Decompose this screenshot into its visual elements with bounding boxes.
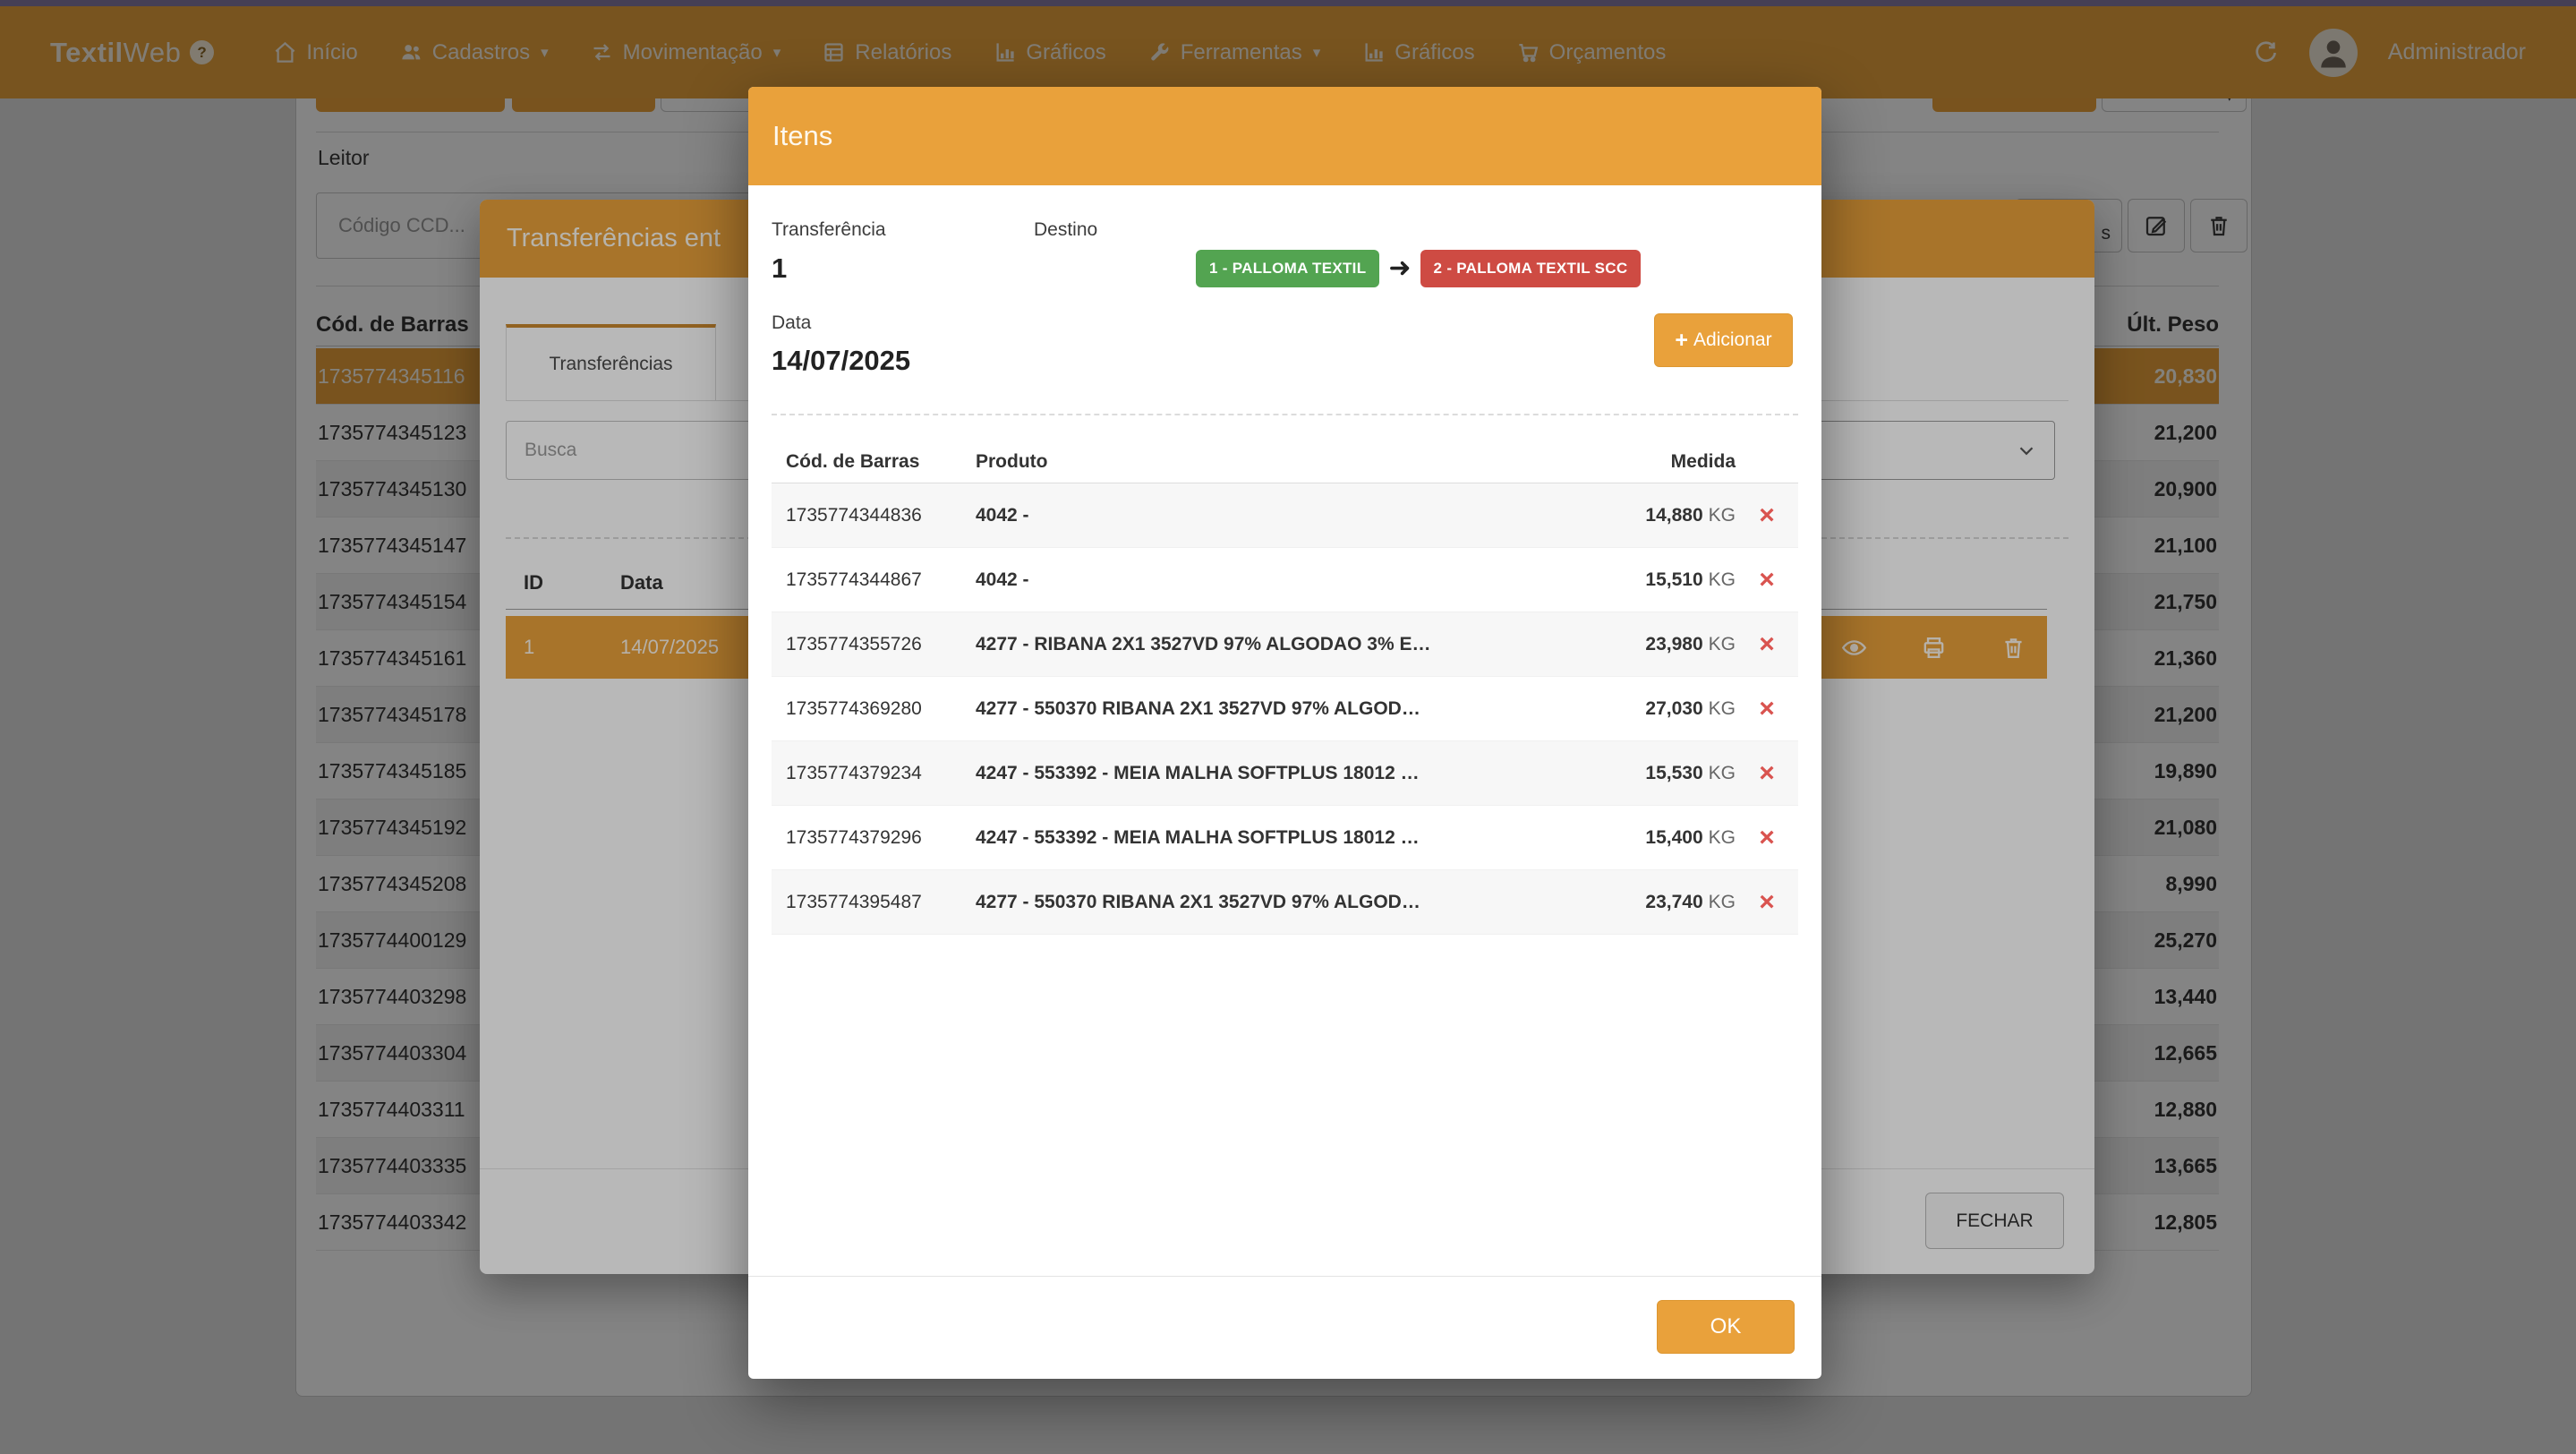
item-product-cell: 4042 - (976, 569, 1565, 591)
transfer-value: 1 (772, 252, 787, 285)
item-product-cell: 4277 - 550370 RIBANA 2X1 3527VD 97% ALGO… (976, 698, 1565, 720)
item-unit: KG (1709, 634, 1736, 654)
items-table: 17357743448364042 -14,880KG×173577434486… (772, 483, 1798, 935)
dashed-divider (772, 414, 1798, 415)
item-measure-cell: 27,030 KG (1565, 698, 1736, 720)
items-table-row: 17357743954874277 - 550370 RIBANA 2X1 35… (772, 870, 1798, 935)
item-barcode-cell: 1735774355726 (786, 634, 976, 655)
item-unit: KG (1709, 698, 1736, 719)
plus-icon: + (1675, 328, 1688, 354)
items-table-row: 17357743448364042 - 14,880 KG × (772, 483, 1798, 548)
date-value: 14/07/2025 (772, 345, 910, 377)
items-modal-header: Itens (748, 87, 1821, 185)
item-qty: 15,510 (1645, 569, 1702, 590)
screen: TextilWeb ? Início Cadastros ▾ Movimenta… (0, 0, 2576, 1454)
add-item-button[interactable]: + Adicionar (1654, 313, 1793, 367)
item-product-cell: 4247 - 553392 - MEIA MALHA SOFTPLUS 1801… (976, 827, 1565, 849)
item-unit: KG (1709, 763, 1736, 783)
item-qty: 15,400 (1645, 827, 1702, 848)
item-unit: KG (1709, 892, 1736, 912)
item-barcode-cell: 1735774395487 (786, 892, 976, 913)
footer-divider (748, 1276, 1821, 1277)
item-measure-cell: 15,510 KG (1565, 569, 1736, 591)
item-barcode-cell: 1735774369280 (786, 698, 976, 720)
remove-item-icon[interactable]: × (1759, 565, 1775, 594)
item-barcode-cell: 1735774379296 (786, 827, 976, 849)
measure-column-header: Medida (1565, 451, 1736, 473)
remove-item-icon[interactable]: × (1759, 500, 1775, 530)
remove-item-icon[interactable]: × (1759, 887, 1775, 917)
barcode-column-header: Cód. de Barras (786, 451, 976, 473)
destination-badge: 2 - PALLOMA TEXTIL SCC (1420, 250, 1642, 287)
item-product-cell: 4247 - 553392 - MEIA MALHA SOFTPLUS 1801… (976, 763, 1565, 784)
items-table-row: 17357743557264277 - RIBANA 2X1 3527VD 97… (772, 612, 1798, 677)
item-qty: 23,740 (1645, 892, 1702, 912)
item-product-cell: 4277 - 550370 RIBANA 2X1 3527VD 97% ALGO… (976, 892, 1565, 913)
item-unit: KG (1709, 505, 1736, 526)
item-barcode-cell: 1735774344867 (786, 569, 976, 591)
items-modal: Itens Transferência 1 Destino 1 - PALLOM… (748, 87, 1821, 1379)
item-qty: 27,030 (1645, 698, 1702, 719)
ok-button[interactable]: OK (1657, 1300, 1795, 1354)
items-table-row: 17357743692804277 - 550370 RIBANA 2X1 35… (772, 677, 1798, 741)
transfer-label: Transferência (772, 219, 886, 241)
items-table-row: 17357743792344247 - 553392 - MEIA MALHA … (772, 741, 1798, 806)
items-table-header: Cód. de Barras Produto Medida (772, 440, 1798, 483)
item-measure-cell: 23,980 KG (1565, 634, 1736, 655)
item-unit: KG (1709, 827, 1736, 848)
items-table-row: 17357743792964247 - 553392 - MEIA MALHA … (772, 806, 1798, 870)
item-qty: 15,530 (1645, 763, 1702, 783)
item-qty: 14,880 (1645, 505, 1702, 526)
items-table-row: 17357743448674042 - 15,510 KG × (772, 548, 1798, 612)
item-measure-cell: 14,880 KG (1565, 505, 1736, 526)
remove-item-icon[interactable]: × (1759, 758, 1775, 788)
items-modal-title: Itens (772, 120, 832, 152)
item-product-cell: 4042 - (976, 505, 1565, 526)
transfer-route: 1 - PALLOMA TEXTIL ➜ 2 - PALLOMA TEXTIL … (1196, 250, 1641, 287)
item-barcode-cell: 1735774379234 (786, 763, 976, 784)
item-unit: KG (1709, 569, 1736, 590)
arrow-right-icon: ➜ (1388, 255, 1411, 282)
item-measure-cell: 23,740 KG (1565, 892, 1736, 913)
add-item-label: Adicionar (1693, 329, 1772, 351)
item-measure-cell: 15,530 KG (1565, 763, 1736, 784)
date-label: Data (772, 312, 811, 334)
product-column-header: Produto (976, 451, 1565, 473)
origin-badge: 1 - PALLOMA TEXTIL (1196, 250, 1379, 287)
item-product-cell: 4277 - RIBANA 2X1 3527VD 97% ALGODAO 3% … (976, 634, 1565, 655)
item-qty: 23,980 (1645, 634, 1702, 654)
destination-label: Destino (1034, 219, 1097, 241)
item-barcode-cell: 1735774344836 (786, 505, 976, 526)
item-measure-cell: 15,400 KG (1565, 827, 1736, 849)
remove-item-icon[interactable]: × (1759, 694, 1775, 723)
remove-item-icon[interactable]: × (1759, 629, 1775, 659)
remove-item-icon[interactable]: × (1759, 823, 1775, 852)
